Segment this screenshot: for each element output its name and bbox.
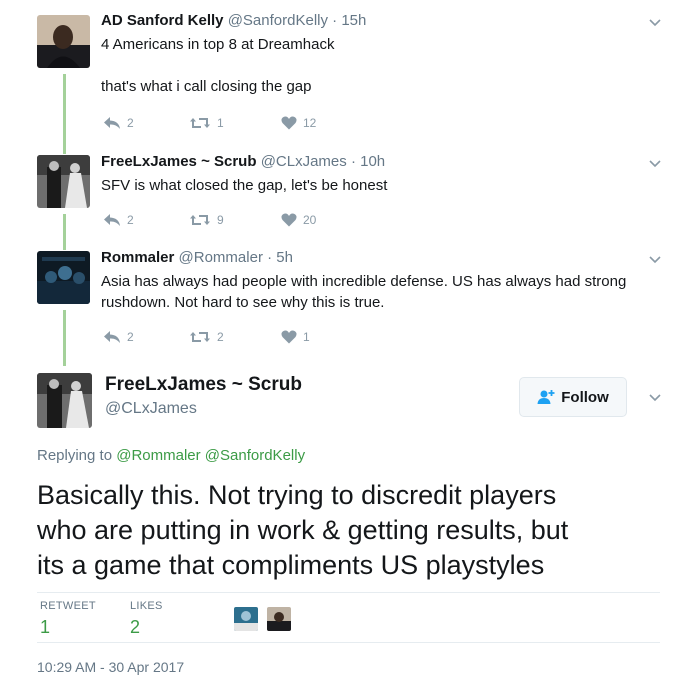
tweet-time[interactable]: 15h <box>341 12 366 29</box>
author-handle[interactable]: @CLxJames <box>105 400 197 418</box>
tweet-header: FreeLxJames ~ Scrub @CLxJames · 10h <box>101 153 385 170</box>
reply-button[interactable]: 2 <box>103 115 134 130</box>
chevron-down-icon[interactable] <box>648 390 662 404</box>
reply-icon <box>104 213 120 226</box>
liker-avatar[interactable] <box>234 607 258 631</box>
reply-count: 2 <box>127 115 134 130</box>
tweet-text-line: Basically this. Not trying to discredit … <box>37 480 557 510</box>
retweet-stat-count: 1 <box>40 617 51 637</box>
retweet-button[interactable]: 9 <box>189 212 224 227</box>
reply-count: 2 <box>127 329 134 344</box>
separator: · <box>332 12 338 29</box>
like-button[interactable]: 1 <box>281 329 310 344</box>
tweet-stats: RETWEET 1 LIKES 2 <box>37 592 660 643</box>
tweet-text-line: that's what i call closing the gap <box>101 78 312 95</box>
replying-to: Replying to @Rommaler @SanfordKelly <box>37 447 305 464</box>
likes-stat-label: LIKES <box>130 600 163 612</box>
retweet-count: 1 <box>217 115 224 130</box>
reply-icon <box>104 116 120 129</box>
heart-icon <box>281 116 297 130</box>
retweet-icon <box>190 117 210 128</box>
heart-icon <box>281 213 297 227</box>
like-button[interactable]: 20 <box>281 212 316 227</box>
likes-stat[interactable]: LIKES 2 <box>130 600 163 638</box>
avatar[interactable] <box>37 373 92 428</box>
avatar[interactable] <box>37 15 90 68</box>
tweet-header: Rommaler @Rommaler · 5h <box>101 249 293 266</box>
author-name[interactable]: FreeLxJames ~ Scrub <box>105 374 302 396</box>
author-handle[interactable]: @CLxJames <box>261 153 347 170</box>
mention-link[interactable]: @Rommaler <box>116 447 200 464</box>
thread-connector <box>63 310 66 366</box>
reply-button[interactable]: 2 <box>103 212 134 227</box>
author-handle[interactable]: @SanfordKelly <box>228 12 328 29</box>
heart-icon <box>281 330 297 344</box>
like-count: 20 <box>303 212 317 227</box>
like-count: 12 <box>303 115 317 130</box>
chevron-down-icon[interactable] <box>648 156 662 170</box>
tweet-timestamp[interactable]: 10:29 AM - 30 Apr 2017 <box>37 659 184 675</box>
tweet-text-line: who are putting in work & getting result… <box>37 515 569 545</box>
retweet-icon <box>190 214 210 225</box>
reply-button[interactable]: 2 <box>103 329 134 344</box>
likes-stat-count: 2 <box>130 617 141 637</box>
tweet-time[interactable]: 5h <box>276 249 293 266</box>
author-handle[interactable]: @Rommaler <box>179 249 263 266</box>
add-user-icon <box>537 390 555 404</box>
author-name[interactable]: AD Sanford Kelly <box>101 12 224 29</box>
tweet-text: Asia has always had people with incredib… <box>101 271 661 313</box>
chevron-down-icon[interactable] <box>648 15 662 29</box>
like-button[interactable]: 12 <box>281 115 316 130</box>
avatar[interactable] <box>37 251 90 304</box>
retweet-stat-label: RETWEET <box>40 600 96 612</box>
retweet-button[interactable]: 1 <box>189 115 224 130</box>
avatar[interactable] <box>37 155 90 208</box>
tweet-text-line <box>101 55 661 76</box>
retweet-button[interactable]: 2 <box>189 329 224 344</box>
reply-count: 2 <box>127 212 134 227</box>
main-tweet-text: Basically this. Not trying to discredit … <box>37 478 677 583</box>
separator: · <box>267 249 273 266</box>
author-name[interactable]: FreeLxJames ~ Scrub <box>101 153 257 170</box>
tweet-text-line: rushdown. Not hard to see why this is tr… <box>101 294 385 311</box>
chevron-down-icon[interactable] <box>648 252 662 266</box>
tweet-text-line: SFV is what closed the gap, let's be hon… <box>101 177 388 194</box>
retweet-count: 9 <box>217 212 224 227</box>
tweet-time[interactable]: 10h <box>360 153 385 170</box>
tweet-text: SFV is what closed the gap, let's be hon… <box>101 175 661 196</box>
thread-connector <box>63 74 66 154</box>
tweet-text-line: 4 Americans in top 8 at Dreamhack <box>101 36 335 53</box>
follow-label: Follow <box>561 388 609 406</box>
like-count: 1 <box>303 329 310 344</box>
retweet-count: 2 <box>217 329 224 344</box>
retweet-icon <box>190 331 210 342</box>
liker-avatars <box>234 607 296 636</box>
author-name[interactable]: Rommaler <box>101 249 174 266</box>
tweet-text: 4 Americans in top 8 at Dreamhack that's… <box>101 34 661 97</box>
mention-link[interactable]: @SanfordKelly <box>205 447 305 464</box>
replying-prefix: Replying to <box>37 447 113 464</box>
separator: · <box>350 153 356 170</box>
thread-connector <box>63 214 66 250</box>
tweet-text-line: Asia has always had people with incredib… <box>101 273 627 290</box>
liker-avatar[interactable] <box>267 607 292 631</box>
follow-button[interactable]: Follow <box>519 377 627 417</box>
tweet-header: AD Sanford Kelly @SanfordKelly · 15h <box>101 12 366 29</box>
tweet-text-line: its a game that compliments US playstyle… <box>37 550 545 580</box>
retweet-stat[interactable]: RETWEET 1 <box>40 600 96 638</box>
reply-icon <box>104 330 120 343</box>
